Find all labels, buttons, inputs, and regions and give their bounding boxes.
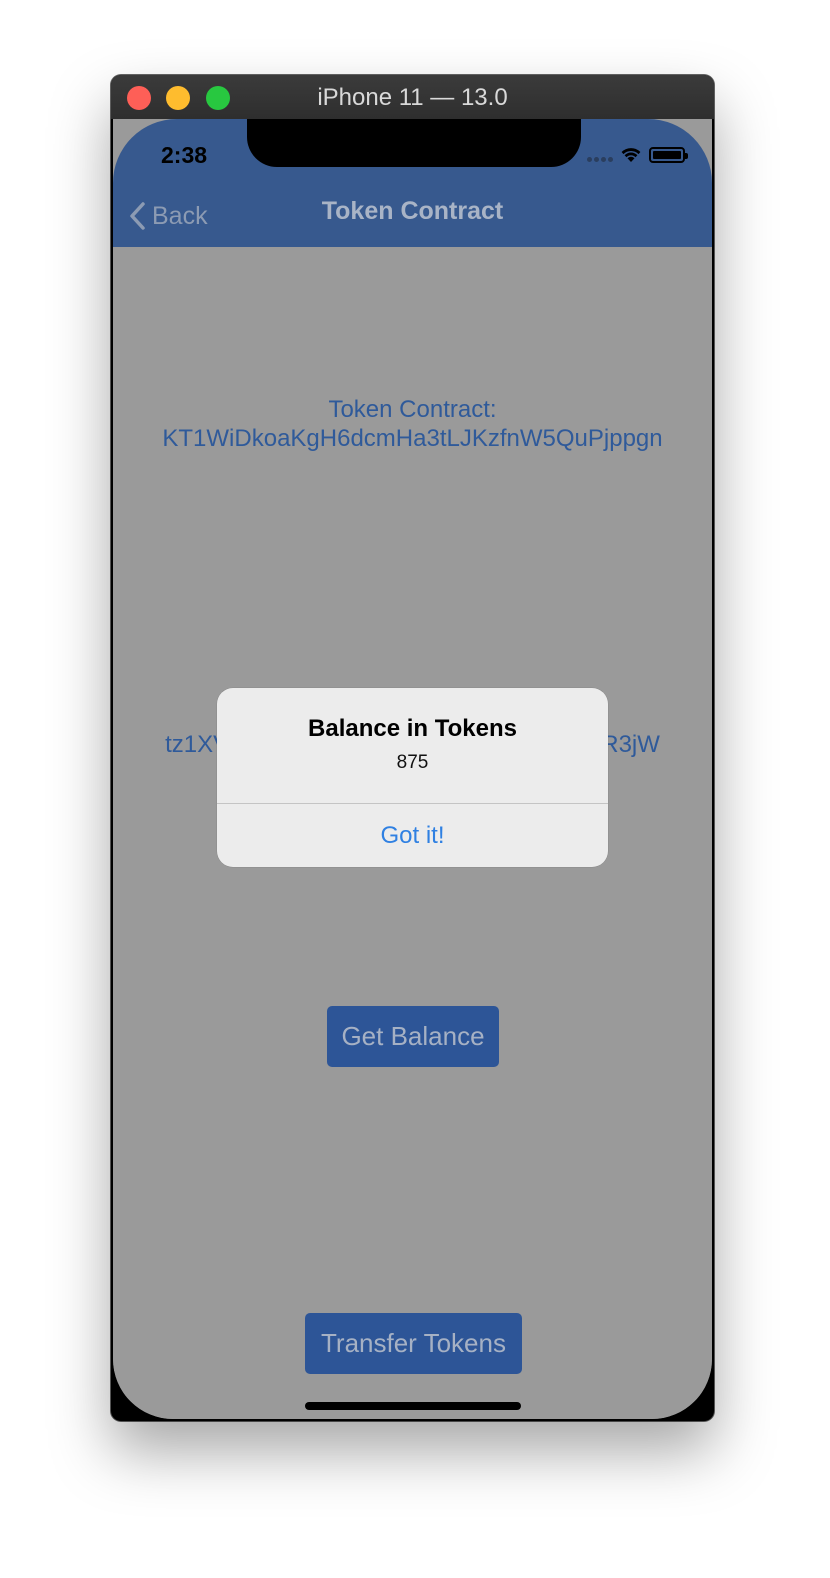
signal-icon	[587, 157, 617, 163]
got-it-button[interactable]: Got it!	[217, 804, 608, 867]
page-title: Token Contract	[321, 197, 504, 225]
window-title: iPhone 11 — 13.0	[317, 84, 508, 111]
get-balance-button[interactable]: Get Balance	[327, 1006, 499, 1067]
device-notch	[247, 119, 581, 167]
token-contract-address: KT1WiDkoaKgH6dcmHa3tLJKzfnW5QuPjppgn	[162, 425, 663, 452]
token-contract-label: Token Contract:	[328, 396, 497, 423]
battery-icon	[649, 147, 688, 163]
navigation-bar: 2:38 Back Token Contract	[113, 119, 712, 247]
home-indicator[interactable]	[305, 1402, 521, 1410]
alert-message: 875	[396, 752, 429, 773]
wifi-icon	[621, 148, 641, 162]
simulator-titlebar: iPhone 11 — 13.0	[111, 75, 714, 119]
balance-alert-dialog: Balance in Tokens 875 Got it!	[217, 688, 608, 867]
transfer-tokens-button[interactable]: Transfer Tokens	[305, 1313, 522, 1374]
alert-title: Balance in Tokens	[308, 715, 517, 742]
status-time: 2:38	[161, 142, 208, 168]
